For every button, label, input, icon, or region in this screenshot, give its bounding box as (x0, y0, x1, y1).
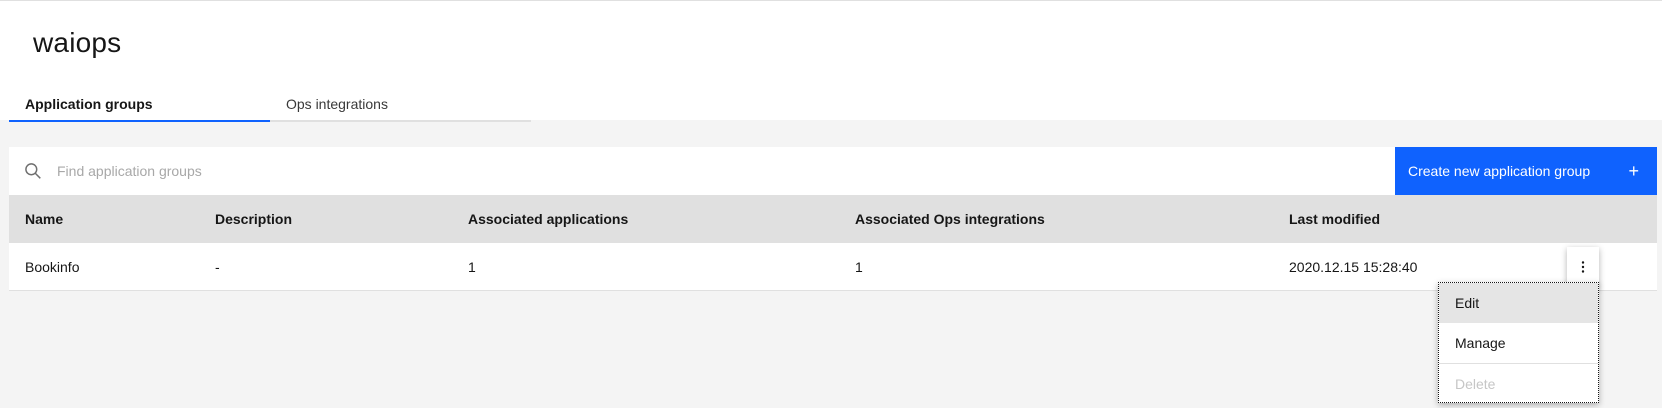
overflow-menu-button[interactable] (1567, 247, 1599, 287)
column-header-description[interactable]: Description (199, 211, 452, 227)
create-application-group-button[interactable]: Create new application group + (1395, 147, 1657, 195)
cell-description: - (215, 258, 220, 275)
plus-icon: + (1628, 161, 1639, 181)
cell-associated-ops-integrations: 1 (855, 258, 863, 275)
table-row[interactable]: Bookinfo - 1 1 2020.12.15 15:28:40 (9, 243, 1657, 291)
page-title: waiops (33, 27, 122, 58)
tab-list: Application groups Ops integrations (9, 89, 531, 122)
tab-application-groups[interactable]: Application groups (9, 89, 270, 122)
page-header: waiops Application groups Ops integratio… (0, 0, 1662, 122)
application-groups-table: Name Description Associated applications… (9, 195, 1657, 291)
column-header-associated-ops-integrations[interactable]: Associated Ops integrations (839, 211, 1273, 227)
create-button-label: Create new application group (1408, 163, 1591, 179)
cell-last-modified: 2020.12.15 15:28:40 (1289, 258, 1418, 275)
column-header-associated-applications[interactable]: Associated applications (452, 211, 839, 227)
search-icon (25, 163, 41, 179)
search-container (9, 147, 1395, 195)
menu-item-delete: Delete (1439, 363, 1598, 403)
overflow-menu-icon (1581, 261, 1585, 273)
table-header: Name Description Associated applications… (9, 195, 1657, 243)
column-header-name[interactable]: Name (9, 211, 199, 227)
table-toolbar: Create new application group + (9, 147, 1657, 195)
overflow-menu: Edit Manage Delete (1438, 282, 1599, 403)
menu-item-edit[interactable]: Edit (1439, 283, 1598, 323)
cell-associated-applications: 1 (468, 258, 476, 275)
cell-name: Bookinfo (25, 258, 80, 275)
menu-item-manage[interactable]: Manage (1439, 323, 1598, 363)
tab-ops-integrations[interactable]: Ops integrations (270, 89, 531, 122)
column-header-last-modified[interactable]: Last modified (1273, 211, 1657, 227)
search-input[interactable] (9, 147, 1395, 195)
